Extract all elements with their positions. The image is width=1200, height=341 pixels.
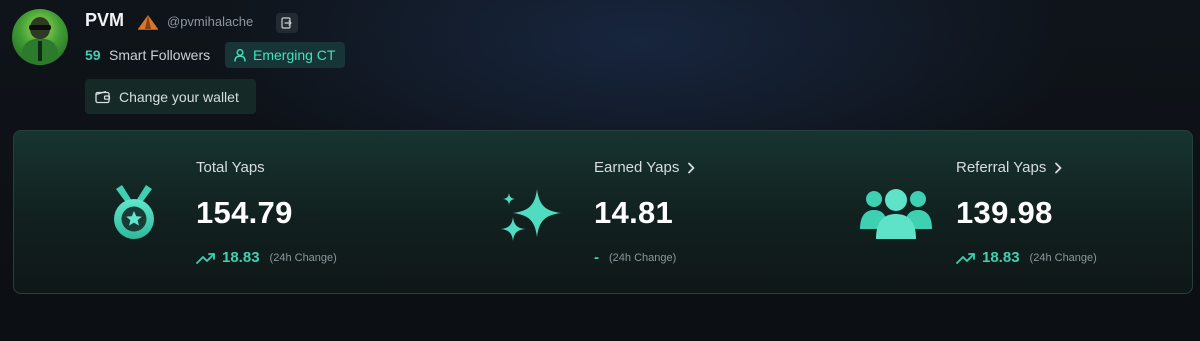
total-yaps-stat: Total Yaps 154.79 18.83 (24h Change) — [14, 131, 414, 295]
chevron-right-icon — [1055, 162, 1062, 173]
profile-name: PVM — [85, 10, 125, 30]
earned-yaps-value: 14.81 — [594, 195, 674, 230]
tent-emoji-icon — [138, 15, 158, 30]
avatar[interactable] — [12, 9, 68, 65]
referral-yaps-stat[interactable]: Referral Yaps 139.98 18.83 (24h Change) — [794, 131, 1192, 295]
earned-yaps-label: Earned Yaps — [594, 159, 680, 176]
earned-yaps-change-value: - — [594, 249, 599, 266]
yaps-stats-card: Total Yaps 154.79 18.83 (24h Change) Ear… — [13, 130, 1193, 294]
earned-yaps-link[interactable]: Earned Yaps — [594, 159, 695, 176]
logout-button[interactable] — [276, 13, 298, 33]
avatar-tie — [38, 41, 42, 61]
logout-icon — [281, 17, 292, 29]
avatar-glasses — [29, 25, 51, 30]
user-icon — [234, 49, 246, 62]
tier-badge[interactable]: Emerging CT — [225, 42, 346, 68]
referral-yaps-link[interactable]: Referral Yaps — [956, 159, 1062, 176]
chevron-right-icon — [688, 162, 695, 173]
trend-up-icon — [956, 252, 975, 264]
smart-followers-label: Smart Followers — [109, 47, 211, 63]
total-yaps-label: Total Yaps — [196, 159, 265, 176]
wallet-icon — [95, 90, 111, 103]
total-yaps-value: 154.79 — [196, 195, 293, 230]
earned-yaps-change-note: (24h Change) — [609, 251, 677, 264]
profile-handle[interactable]: @pvmihalache — [167, 14, 253, 29]
sparkles-icon — [501, 189, 561, 241]
total-yaps-change-note: (24h Change) — [269, 251, 337, 264]
referral-yaps-label: Referral Yaps — [956, 159, 1047, 176]
smart-followers-count: 59 — [85, 47, 101, 63]
change-wallet-label: Change your wallet — [119, 88, 239, 105]
change-wallet-button[interactable]: Change your wallet — [85, 79, 256, 114]
earned-yaps-change: - (24h Change) — [594, 249, 676, 266]
referral-yaps-change-value: 18.83 — [982, 249, 1020, 266]
trend-up-icon — [196, 252, 215, 264]
total-yaps-change: 18.83 (24h Change) — [196, 249, 337, 266]
referral-yaps-value: 139.98 — [956, 195, 1053, 230]
medal-star-icon — [114, 185, 154, 239]
earned-yaps-stat[interactable]: Earned Yaps 14.81 - (24h Change) — [414, 131, 794, 295]
tier-badge-label: Emerging CT — [253, 47, 336, 63]
referral-yaps-change-note: (24h Change) — [1029, 251, 1097, 264]
users-group-icon — [860, 189, 932, 239]
total-yaps-change-value: 18.83 — [222, 249, 260, 266]
referral-yaps-change: 18.83 (24h Change) — [956, 249, 1097, 266]
